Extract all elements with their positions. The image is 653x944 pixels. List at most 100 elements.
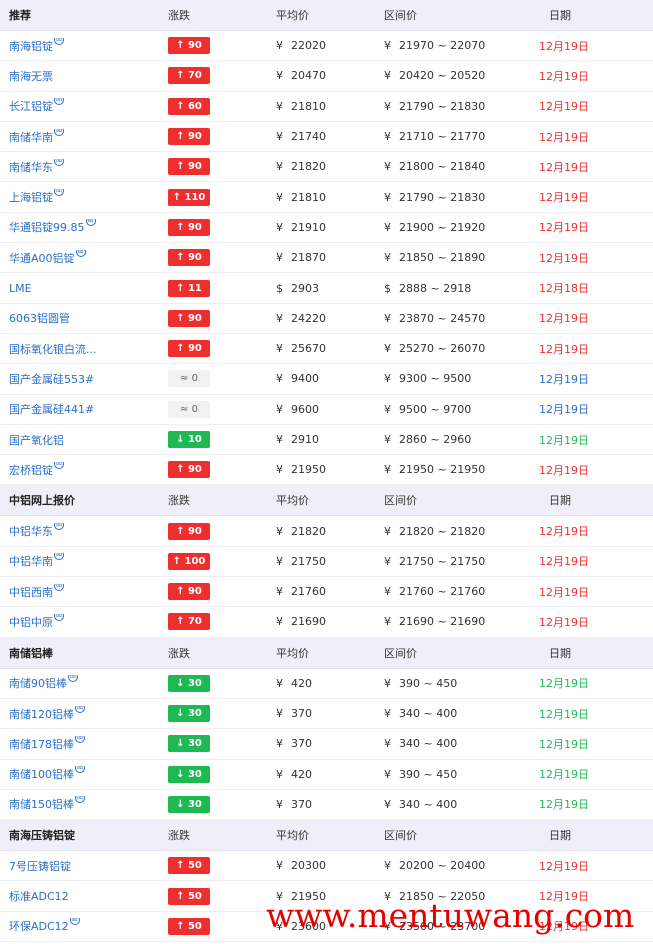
range-price-value: 390 ~ 450: [399, 676, 458, 690]
premium-mark-icon: 图: [68, 675, 78, 683]
change-badge: ↑ 11: [168, 279, 210, 297]
product-name-wrap[interactable]: 6063铝圆管: [9, 310, 70, 326]
product-name-link[interactable]: 长江铝锭: [9, 98, 53, 114]
avg-price-value: 25670: [291, 342, 326, 356]
date-value: 12月19日: [539, 100, 589, 114]
product-name-wrap[interactable]: 南海铝锭图: [9, 37, 64, 54]
product-name-wrap[interactable]: LME: [9, 282, 32, 295]
product-name-link[interactable]: 中铝华南: [9, 553, 53, 569]
date-cell: 12月19日: [539, 401, 653, 417]
product-name-link[interactable]: 环保ADC12: [9, 918, 69, 934]
product-name-wrap[interactable]: 中铝华南图: [9, 553, 64, 569]
product-name-wrap[interactable]: 国产金属硅553#: [9, 371, 94, 387]
product-name-link[interactable]: 南储150铝棒: [9, 796, 74, 812]
product-name-link[interactable]: 华通A00铝锭: [9, 250, 75, 266]
product-name-wrap[interactable]: 宏桥铝锭图: [9, 461, 64, 478]
product-name-wrap[interactable]: 中铝西南图: [9, 583, 64, 600]
premium-mark-icon: 图: [54, 583, 64, 591]
avg-price-cell: ¥420: [276, 768, 384, 781]
range-price-cell: ¥21800 ~ 21840: [384, 160, 539, 173]
product-name-wrap[interactable]: 南储华东图: [9, 158, 64, 175]
product-name-wrap[interactable]: 南储华南图: [9, 128, 64, 145]
product-name-link[interactable]: 中铝西南: [9, 584, 53, 600]
range-price-value: 21690 ~ 21690: [399, 615, 486, 629]
product-name-wrap[interactable]: 国标氧化银白流...: [9, 341, 97, 357]
change-badge: ↓ 10: [168, 431, 210, 448]
product-name-link[interactable]: 南海铝锭: [9, 38, 53, 54]
currency-symbol: ¥: [276, 99, 283, 113]
product-name-link[interactable]: 南储120铝棒: [9, 706, 74, 722]
product-name-wrap[interactable]: 中铝华东图: [9, 523, 64, 539]
currency-symbol: ¥: [384, 69, 391, 83]
product-name-wrap[interactable]: 华通A00铝锭图: [9, 249, 86, 266]
premium-mark-icon: 图: [75, 796, 85, 804]
product-name-wrap[interactable]: 环保ADC12 图: [9, 918, 80, 934]
product-name-link[interactable]: 6063铝圆管: [9, 310, 70, 326]
change-cell: ↑ 90: [168, 128, 276, 146]
product-name-link[interactable]: 上海铝锭: [9, 189, 53, 205]
product-name-wrap[interactable]: 南储90铝棒图: [9, 675, 78, 691]
avg-price-value: 9400: [291, 372, 319, 386]
change-badge: ↑ 70: [168, 67, 210, 85]
avg-price-cell: ¥22020: [276, 39, 384, 52]
product-name-link[interactable]: 7号压铸铝锭: [9, 858, 71, 874]
product-name-link[interactable]: 南储178铝棒: [9, 736, 74, 752]
product-cell: 国标氧化银白流...: [0, 341, 168, 357]
range-price-cell: ¥390 ~ 450: [384, 768, 539, 781]
product-name-link[interactable]: 南海无票: [9, 68, 53, 84]
product-name-wrap[interactable]: 国产金属硅441#: [9, 401, 94, 417]
currency-symbol: ¥: [384, 251, 391, 265]
change-cell: ↑ 110: [168, 188, 276, 206]
column-header-date: 日期: [549, 829, 571, 843]
product-name-wrap[interactable]: 长江铝锭图: [9, 98, 64, 114]
product-name-link[interactable]: 南储华东: [9, 159, 53, 175]
product-cell: 南储华东图: [0, 158, 168, 175]
avg-price-cell: ¥420: [276, 677, 384, 690]
product-name-wrap[interactable]: 南储100铝棒图: [9, 766, 85, 782]
product-name-wrap[interactable]: 上海铝锭图: [9, 189, 64, 205]
change-cell: ↑ 90: [168, 249, 276, 267]
product-name-link[interactable]: 南储100铝棒: [9, 766, 74, 782]
date-cell: 12月19日: [539, 462, 653, 478]
range-price-value: 340 ~ 400: [399, 797, 458, 811]
product-name-link[interactable]: 中铝中原: [9, 614, 53, 630]
product-name-link[interactable]: 南储90铝棒: [9, 675, 67, 691]
product-name-wrap[interactable]: 南储178铝棒图: [9, 735, 85, 752]
date-cell: 12月19日: [539, 371, 653, 387]
table-row: 中铝华南图 ↑ 100 ¥21750 ¥21750 ~ 21750 12月19日: [0, 547, 653, 578]
product-cell: 中铝华东图: [0, 523, 168, 539]
product-name-wrap[interactable]: 华通铝锭99.85 图: [9, 219, 96, 235]
product-cell: 上海铝锭图: [0, 189, 168, 205]
range-price-cell: ¥25270 ~ 26070: [384, 342, 539, 355]
range-price-cell: ¥21850 ~ 21890: [384, 251, 539, 264]
product-name-link[interactable]: 国产金属硅441#: [9, 401, 94, 417]
column-header-date: 日期: [549, 646, 571, 660]
product-cell: 国产金属硅553#: [0, 371, 168, 387]
currency-symbol: ¥: [276, 342, 283, 356]
product-name-link[interactable]: 国标氧化银白流...: [9, 341, 97, 357]
date-cell: 12月19日: [539, 250, 653, 266]
table-row: 南储100铝棒图 ↓ 30 ¥420 ¥390 ~ 450 12月19日: [0, 760, 653, 790]
range-price-cell: ¥9500 ~ 9700: [384, 403, 539, 416]
product-name-link[interactable]: 国产金属硅553#: [9, 371, 94, 387]
product-name-link[interactable]: 宏桥铝锭: [9, 462, 53, 478]
currency-symbol: ¥: [384, 311, 391, 325]
product-name-link[interactable]: 国产氧化铝: [9, 432, 64, 448]
product-name-link[interactable]: 中铝华东: [9, 523, 53, 539]
product-name-link[interactable]: LME: [9, 282, 32, 295]
product-name-wrap[interactable]: 南海无票: [9, 68, 53, 84]
product-cell: 南储100铝棒图: [0, 766, 168, 782]
product-name-link[interactable]: 南储华南: [9, 129, 53, 145]
product-name-wrap[interactable]: 7号压铸铝锭: [9, 858, 71, 874]
product-name-wrap[interactable]: 国产氧化铝: [9, 432, 64, 448]
product-name-link[interactable]: 华通铝锭99.85: [9, 219, 85, 235]
avg-price-cell: ¥21950: [276, 463, 384, 476]
product-name-wrap[interactable]: 南储120铝棒图: [9, 705, 85, 722]
product-name-link[interactable]: 标准ADC12: [9, 888, 69, 904]
product-cell: 华通铝锭99.85 图: [0, 219, 168, 235]
premium-mark-icon: 图: [75, 249, 86, 257]
product-name-wrap[interactable]: 标准ADC12: [9, 888, 69, 904]
product-name-wrap[interactable]: 南储150铝棒图: [9, 796, 85, 812]
product-name-wrap[interactable]: 中铝中原图: [9, 613, 64, 630]
avg-price-value: 21820: [291, 524, 326, 538]
